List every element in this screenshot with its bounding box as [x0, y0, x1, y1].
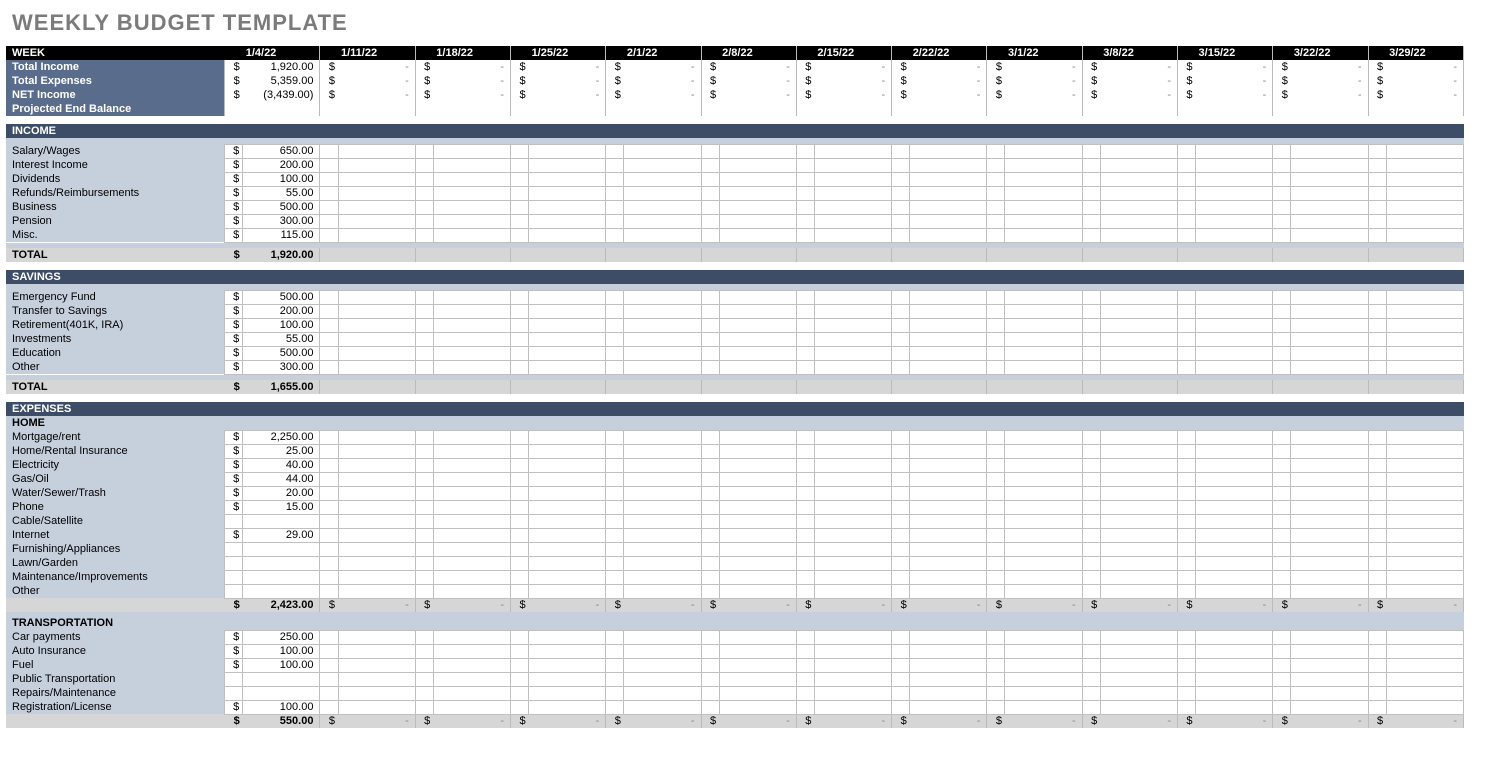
page-title: WEEKLY BUDGET TEMPLATE — [12, 10, 1484, 36]
budget-table: WEEK1/4/221/11/221/18/221/25/222/1/222/8… — [6, 46, 1464, 728]
